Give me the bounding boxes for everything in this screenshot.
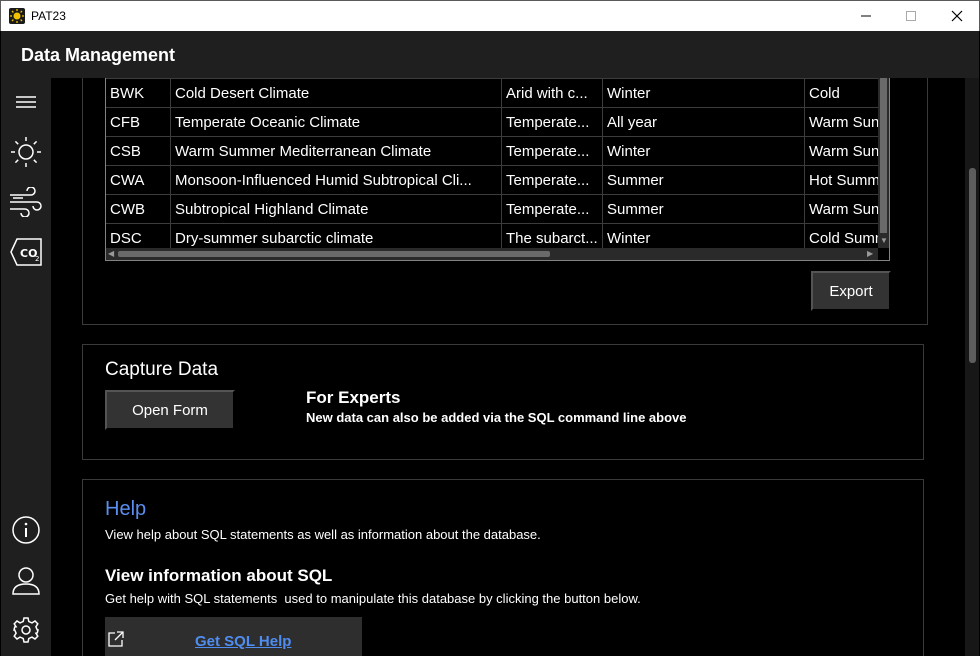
get-sql-help-link[interactable]: Get SQL Help	[195, 633, 291, 650]
sidebar: CO 2	[1, 78, 51, 656]
svg-text:2: 2	[35, 255, 39, 263]
table-cell: Temperate...	[502, 137, 603, 166]
scroll-right-arrow-icon[interactable]: ▶	[867, 249, 873, 259]
close-icon[interactable]	[934, 1, 980, 31]
table-cell: Arid with c...	[502, 79, 603, 108]
scroll-down-arrow-icon[interactable]: ▼	[880, 236, 888, 246]
table-cell: Summer	[603, 166, 805, 195]
table-cell: CSB	[106, 137, 171, 166]
table-cell: Winter	[603, 79, 805, 108]
for-experts-title: For Experts	[306, 388, 401, 407]
table-vertical-scrollbar[interactable]: ▼	[878, 78, 889, 248]
table-cell: Warm Sun	[809, 114, 880, 131]
sun-icon[interactable]	[9, 135, 43, 169]
maximize-icon[interactable]	[888, 1, 934, 31]
table-cell: CFB	[106, 108, 171, 137]
table-row[interactable]: CSB Warm Summer Mediterranean Climate Te…	[106, 136, 886, 166]
open-form-button[interactable]: Open Form	[105, 390, 235, 430]
help-description: View help about SQL statements as well a…	[105, 527, 541, 542]
gear-icon[interactable]	[9, 613, 43, 647]
external-link-icon	[107, 630, 125, 653]
for-experts-text: New data can also be added via the SQL c…	[306, 410, 687, 425]
data-grid[interactable]: BWK Cold Desert Climate Arid with c... W…	[105, 78, 890, 261]
table-cell: Warm Sun	[809, 143, 880, 160]
co2-icon[interactable]: CO 2	[9, 235, 43, 269]
info-icon[interactable]	[9, 513, 43, 547]
window-titlebar: PAT23	[0, 0, 980, 31]
table-cell: Temperate...	[502, 195, 603, 224]
table-cell: Warm Sun	[809, 201, 880, 218]
app-header: Data Management	[1, 31, 979, 78]
table-cell: Warm Summer Mediterranean Climate	[171, 137, 502, 166]
user-icon[interactable]	[9, 563, 43, 597]
sql-info-text: Get help with SQL statements used to man…	[105, 591, 641, 606]
table-cell: Hot Summ	[809, 172, 880, 189]
table-cell: Temperate...	[502, 108, 603, 137]
table-cell: All year	[603, 108, 805, 137]
table-cell: Subtropical Highland Climate	[171, 195, 502, 224]
table-row[interactable]: CWA Monsoon-Influenced Humid Subtropical…	[106, 165, 886, 195]
page-vertical-scrollbar[interactable]	[965, 78, 979, 656]
main-content: BWK Cold Desert Climate Arid with c... W…	[51, 78, 965, 656]
table-cell: CWB	[106, 195, 171, 224]
sun-logo-icon	[9, 8, 25, 24]
capture-data-title: Capture Data	[105, 359, 219, 380]
help-title: Help	[105, 498, 147, 520]
table-cell: CWA	[106, 166, 171, 195]
table-cell: Summer	[603, 195, 805, 224]
table-horizontal-scrollbar[interactable]: ◀ ▶	[106, 248, 878, 260]
page-scroll-thumb[interactable]	[969, 168, 976, 363]
table-vertical-scroll-thumb[interactable]	[880, 78, 887, 233]
table-row[interactable]: BWK Cold Desert Climate Arid with c... W…	[106, 78, 886, 108]
get-sql-help-button[interactable]: Get SQL Help	[105, 617, 362, 656]
table-cell: Winter	[603, 137, 805, 166]
page-title: Data Management	[21, 45, 176, 65]
table-cell: Temperate...	[502, 166, 603, 195]
table-horizontal-scroll-thumb[interactable]	[118, 251, 550, 257]
sql-info-title: View information about SQL	[105, 566, 333, 585]
scroll-left-arrow-icon[interactable]: ◀	[108, 249, 114, 259]
window-title: PAT23	[31, 9, 66, 23]
table-cell: Cold	[809, 85, 840, 102]
table-row[interactable]: CFB Temperate Oceanic Climate Temperate.…	[106, 107, 886, 137]
minimize-icon[interactable]	[843, 1, 889, 31]
export-button[interactable]: Export	[811, 271, 891, 311]
hamburger-menu-icon[interactable]	[9, 85, 43, 119]
table-cell: BWK	[106, 79, 171, 108]
wind-icon[interactable]	[9, 185, 43, 219]
table-cell: Monsoon-Influenced Humid Subtropical Cli…	[171, 166, 502, 195]
table-row[interactable]: CWB Subtropical Highland Climate Tempera…	[106, 194, 886, 224]
table-cell: Temperate Oceanic Climate	[171, 108, 502, 137]
table-cell: Cold Desert Climate	[171, 79, 502, 108]
